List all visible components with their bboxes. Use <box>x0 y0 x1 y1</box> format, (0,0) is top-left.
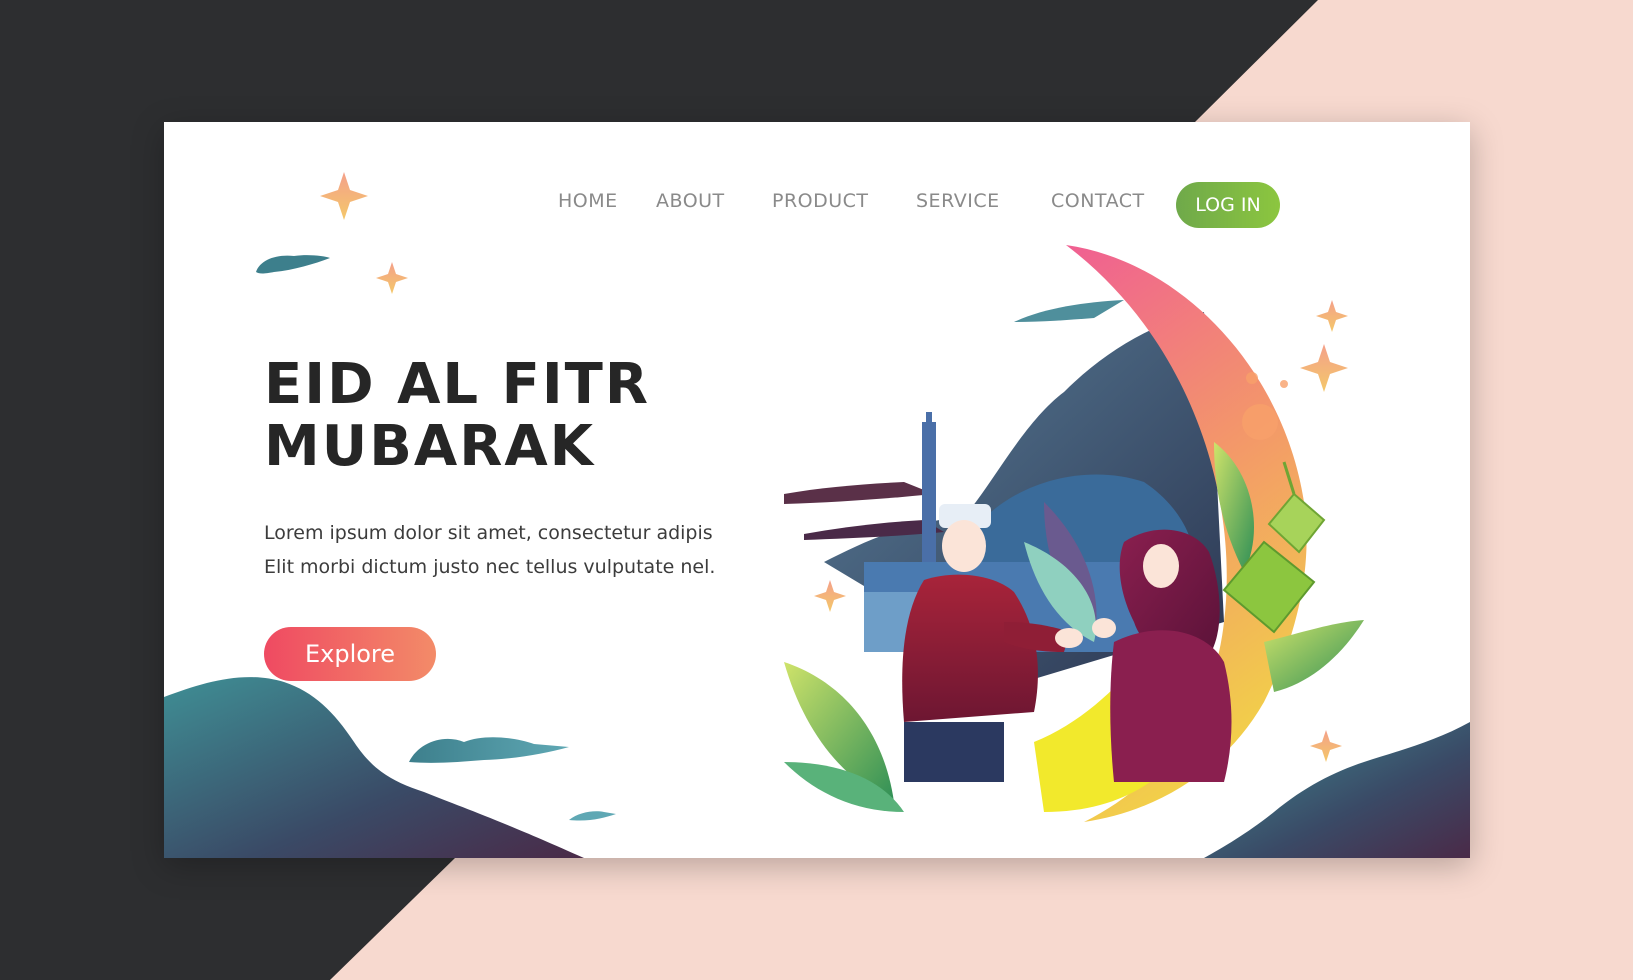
title-line-1: EID AL FITR <box>264 352 650 417</box>
illustration-layer <box>164 172 1470 858</box>
woman-hand <box>1092 618 1116 638</box>
sparkle-star-icon <box>1316 300 1348 332</box>
hill-left <box>164 677 584 858</box>
nav-item-product[interactable]: PRODUCT <box>772 190 869 212</box>
sparkle-star-icon <box>1300 344 1348 392</box>
woman-dress <box>1110 630 1232 782</box>
login-button[interactable]: LOG IN <box>1176 182 1280 228</box>
landing-page-card: HOME ABOUT PRODUCT SERVICE CONTACT LOG I… <box>164 122 1470 858</box>
hero-description: Lorem ipsum dolor sit amet, consectetur … <box>264 516 784 584</box>
moon-crater <box>1246 372 1258 384</box>
moon-crater <box>1242 404 1278 440</box>
desc-line-2: Elit morbi dictum justo nec tellus vulpu… <box>264 556 716 578</box>
cloud-bottom-2 <box>569 811 616 821</box>
sparkle-star-icon <box>376 262 408 294</box>
moon-crater <box>1280 380 1288 388</box>
man-hand <box>1055 628 1083 648</box>
explore-button[interactable]: Explore <box>264 627 436 681</box>
woman-face <box>1143 544 1179 588</box>
nav-item-contact[interactable]: CONTACT <box>1051 190 1145 212</box>
hill-right <box>1204 722 1470 858</box>
sparkle-star-icon <box>1310 730 1342 762</box>
desc-line-1: Lorem ipsum dolor sit amet, consectetur … <box>264 522 713 544</box>
cloud-bottom-1 <box>409 737 569 763</box>
cloud-streak-1 <box>1014 300 1124 322</box>
mosque-minaret <box>922 422 936 582</box>
cloud-top-left <box>256 255 330 274</box>
nav-item-home[interactable]: HOME <box>558 190 618 212</box>
page-title: EID AL FITR MUBARAK <box>264 354 824 478</box>
title-line-2: MUBARAK <box>264 414 596 479</box>
man-face <box>942 520 986 572</box>
mosque-minaret-tip <box>926 412 932 426</box>
nav-item-about[interactable]: ABOUT <box>656 190 725 212</box>
man-sarong <box>904 722 1004 782</box>
sparkle-star-icon <box>814 580 846 612</box>
cloud-streak-2 <box>784 482 934 504</box>
nav-item-service[interactable]: SERVICE <box>916 190 1000 212</box>
